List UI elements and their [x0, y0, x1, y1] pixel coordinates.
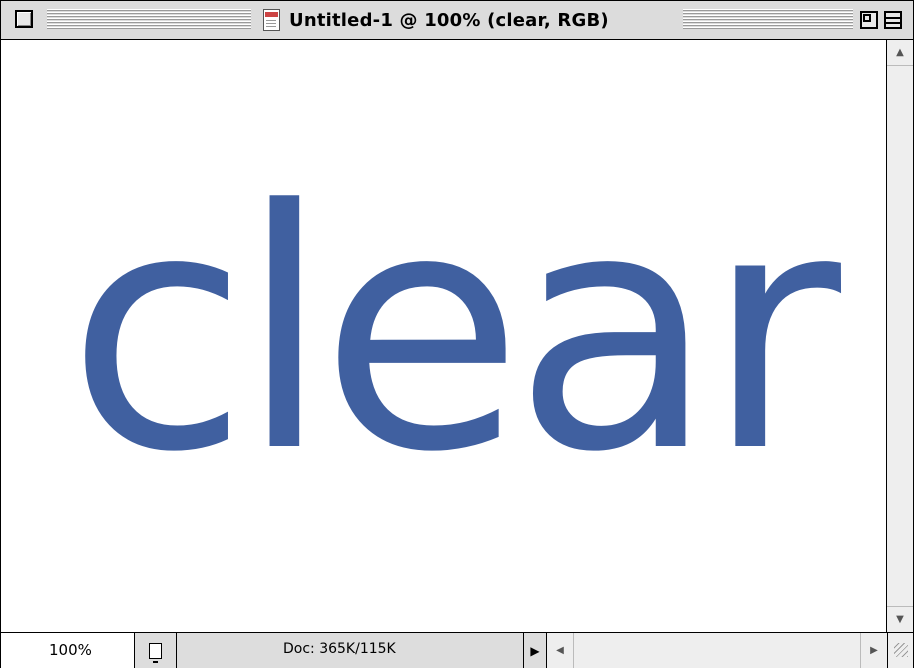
status-menu-button[interactable]: ▶ [523, 633, 547, 668]
title-bar-stripes-left [47, 9, 251, 30]
document-window: Untitled-1 @ 100% (clear, RGB) clear ▲ ▼… [0, 0, 914, 668]
image-canvas[interactable]: clear [1, 40, 886, 632]
scroll-down-button[interactable]: ▼ [887, 606, 913, 632]
doc-size-info: Doc: 365K/115K [283, 641, 396, 657]
zoom-box-icon[interactable] [860, 11, 878, 29]
photoshop-document-icon [261, 7, 283, 33]
vertical-scrollbar[interactable]: ▲ ▼ [886, 40, 913, 632]
window-title: Untitled-1 @ 100% (clear, RGB) [289, 9, 609, 31]
status-bar: 100% Doc: 365K/115K ▶ ◀ ▶ [1, 632, 913, 668]
title-bar[interactable]: Untitled-1 @ 100% (clear, RGB) [1, 1, 913, 40]
scroll-right-button[interactable]: ▶ [860, 633, 887, 668]
horizontal-scrollbar[interactable]: ◀ ▶ [547, 633, 887, 668]
collapse-box-icon[interactable] [884, 11, 902, 29]
layer-text-clear: clear [67, 140, 845, 524]
page-preview-icon [149, 642, 162, 663]
resize-grip-icon[interactable] [887, 633, 913, 668]
page-preview-button[interactable] [135, 633, 177, 668]
zoom-level-field[interactable]: 100% [1, 633, 135, 668]
scroll-up-button[interactable]: ▲ [887, 40, 913, 66]
vertical-scroll-track[interactable] [887, 67, 913, 605]
title-bar-stripes-right [683, 9, 853, 30]
scroll-left-button[interactable]: ◀ [547, 633, 574, 668]
window-title-group: Untitled-1 @ 100% (clear, RGB) [257, 5, 613, 35]
triangle-right-icon: ▶ [530, 643, 540, 658]
canvas-artwork: clear [67, 140, 855, 524]
close-box-icon[interactable] [15, 10, 33, 28]
